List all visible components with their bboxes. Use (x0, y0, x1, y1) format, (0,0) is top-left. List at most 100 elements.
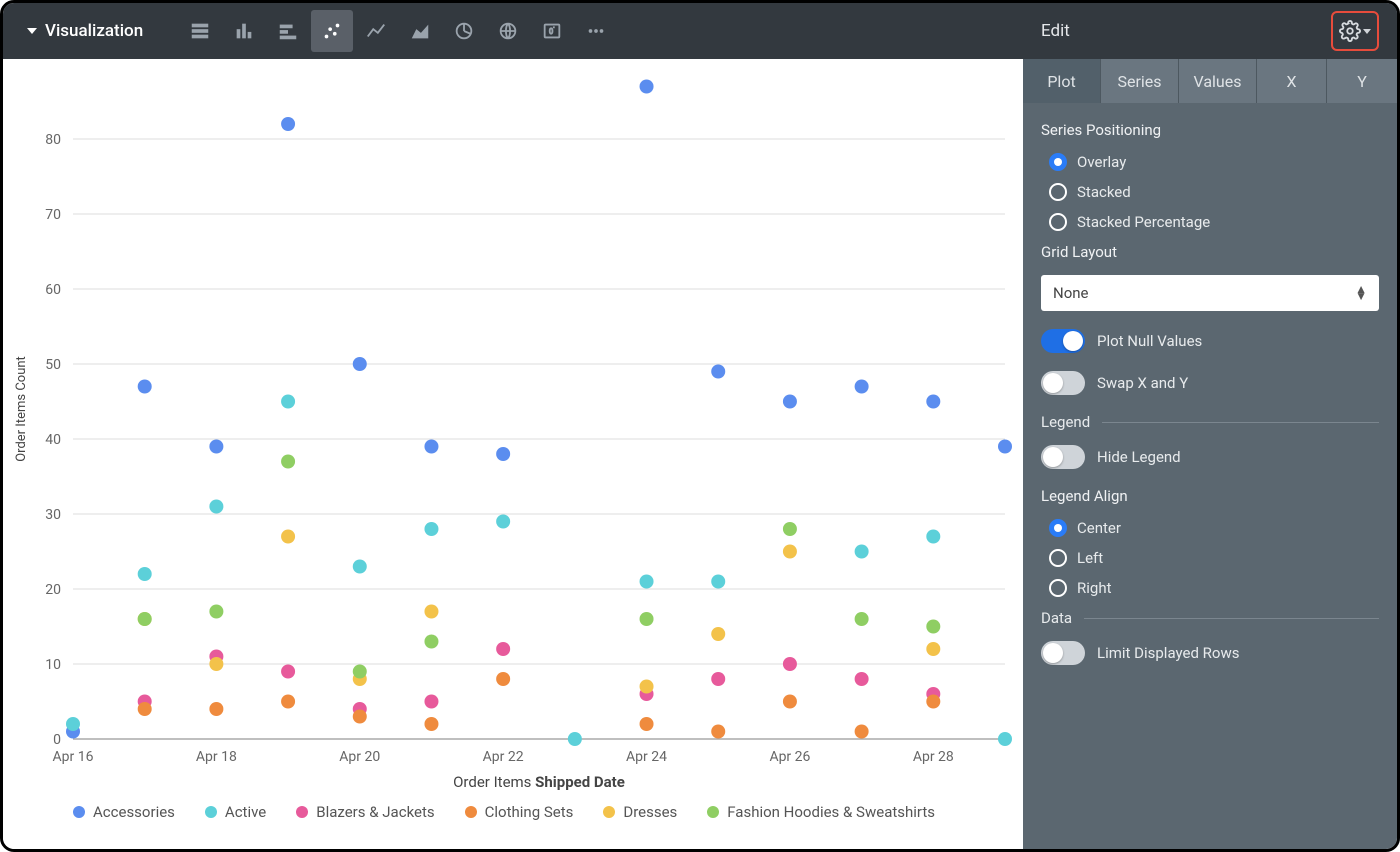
data-point[interactable] (209, 657, 223, 671)
data-point[interactable] (711, 627, 725, 641)
chart-type-scatter[interactable] (311, 10, 353, 52)
data-point[interactable] (855, 612, 869, 626)
chart-type-line[interactable] (355, 10, 397, 52)
data-point[interactable] (855, 725, 869, 739)
data-point[interactable] (496, 672, 510, 686)
chart-type-table[interactable] (179, 10, 221, 52)
data-point[interactable] (783, 545, 797, 559)
data-point[interactable] (424, 695, 438, 709)
data-point[interactable] (209, 702, 223, 716)
svg-text:20: 20 (45, 582, 61, 598)
tab-y[interactable]: Y (1327, 59, 1397, 103)
legend-dot-icon (465, 806, 477, 818)
settings-menu-button[interactable] (1331, 11, 1379, 51)
hide-legend-toggle[interactable] (1041, 445, 1085, 469)
data-point[interactable] (424, 635, 438, 649)
plot-null-values-toggle[interactable] (1041, 329, 1085, 353)
chart-type-more[interactable] (575, 10, 617, 52)
data-point[interactable] (353, 560, 367, 574)
visualization-header[interactable]: Visualization (3, 21, 167, 41)
data-point[interactable] (640, 612, 654, 626)
tab-series[interactable]: Series (1101, 59, 1179, 103)
data-point[interactable] (281, 395, 295, 409)
data-point[interactable] (138, 702, 152, 716)
data-point[interactable] (496, 515, 510, 529)
limit-rows-toggle[interactable] (1041, 641, 1085, 665)
data-point[interactable] (640, 717, 654, 731)
data-point[interactable] (855, 380, 869, 394)
legend-item[interactable]: Blazers & Jackets (296, 803, 434, 821)
legend-section-label: Legend (1041, 413, 1090, 431)
data-point[interactable] (783, 695, 797, 709)
data-point[interactable] (281, 455, 295, 469)
tab-x[interactable]: X (1257, 59, 1327, 103)
legend-align-label: Legend Align (1041, 487, 1379, 505)
data-point[interactable] (783, 657, 797, 671)
data-point[interactable] (496, 447, 510, 461)
data-point[interactable] (711, 575, 725, 589)
data-point[interactable] (855, 545, 869, 559)
data-point[interactable] (711, 672, 725, 686)
data-point[interactable] (640, 680, 654, 694)
data-point[interactable] (424, 717, 438, 731)
legend-item[interactable]: Fashion Hoodies & Sweatshirts (707, 803, 935, 821)
data-point[interactable] (711, 725, 725, 739)
series-positioning-overlay[interactable]: Overlay (1041, 153, 1379, 171)
grid-layout-select[interactable]: None ▲▼ (1041, 275, 1379, 311)
data-point[interactable] (926, 642, 940, 656)
chart-type-horiz-bar[interactable] (267, 10, 309, 52)
data-point[interactable] (138, 612, 152, 626)
data-point[interactable] (926, 530, 940, 544)
series-positioning-stacked-percentage[interactable]: Stacked Percentage (1041, 213, 1379, 231)
data-point[interactable] (66, 717, 80, 731)
tab-plot[interactable]: Plot (1023, 59, 1101, 103)
data-point[interactable] (209, 500, 223, 514)
data-point[interactable] (855, 672, 869, 686)
chart-type-map[interactable] (487, 10, 529, 52)
swap-xy-toggle[interactable] (1041, 371, 1085, 395)
data-point[interactable] (353, 357, 367, 371)
data-point[interactable] (138, 567, 152, 581)
chart-type-bar[interactable] (223, 10, 265, 52)
legend-align-right[interactable]: Right (1041, 579, 1379, 597)
legend-item[interactable]: Dresses (603, 803, 677, 821)
data-point[interactable] (496, 642, 510, 656)
data-point[interactable] (281, 117, 295, 131)
data-point[interactable] (568, 732, 582, 746)
tab-values[interactable]: Values (1179, 59, 1257, 103)
data-point[interactable] (424, 605, 438, 619)
data-point[interactable] (783, 522, 797, 536)
series-positioning-stacked[interactable]: Stacked (1041, 183, 1379, 201)
legend-align-left[interactable]: Left (1041, 549, 1379, 567)
data-point[interactable] (353, 710, 367, 724)
data-point[interactable] (926, 395, 940, 409)
chart-type-area[interactable] (399, 10, 441, 52)
data-point[interactable] (926, 695, 940, 709)
data-point[interactable] (281, 665, 295, 679)
svg-text:Apr 20: Apr 20 (339, 749, 380, 765)
data-point[interactable] (711, 365, 725, 379)
chart-type-single-value[interactable] (531, 10, 573, 52)
data-point[interactable] (353, 665, 367, 679)
legend-item[interactable]: Accessories (73, 803, 175, 821)
data-point[interactable] (424, 440, 438, 454)
data-point[interactable] (209, 605, 223, 619)
data-point[interactable] (640, 80, 654, 94)
data-point[interactable] (281, 530, 295, 544)
data-point[interactable] (926, 620, 940, 634)
chart-type-pie[interactable] (443, 10, 485, 52)
data-point[interactable] (209, 440, 223, 454)
svg-text:70: 70 (45, 207, 61, 223)
legend-item[interactable]: Active (205, 803, 266, 821)
data-point[interactable] (783, 395, 797, 409)
data-point[interactable] (281, 695, 295, 709)
data-point[interactable] (998, 732, 1012, 746)
svg-text:Order Items Count: Order Items Count (14, 356, 29, 462)
data-point[interactable] (138, 380, 152, 394)
legend-align-center[interactable]: Center (1041, 519, 1379, 537)
radio-icon (1049, 549, 1067, 567)
data-point[interactable] (998, 440, 1012, 454)
data-point[interactable] (424, 522, 438, 536)
data-point[interactable] (640, 575, 654, 589)
legend-item[interactable]: Clothing Sets (465, 803, 574, 821)
